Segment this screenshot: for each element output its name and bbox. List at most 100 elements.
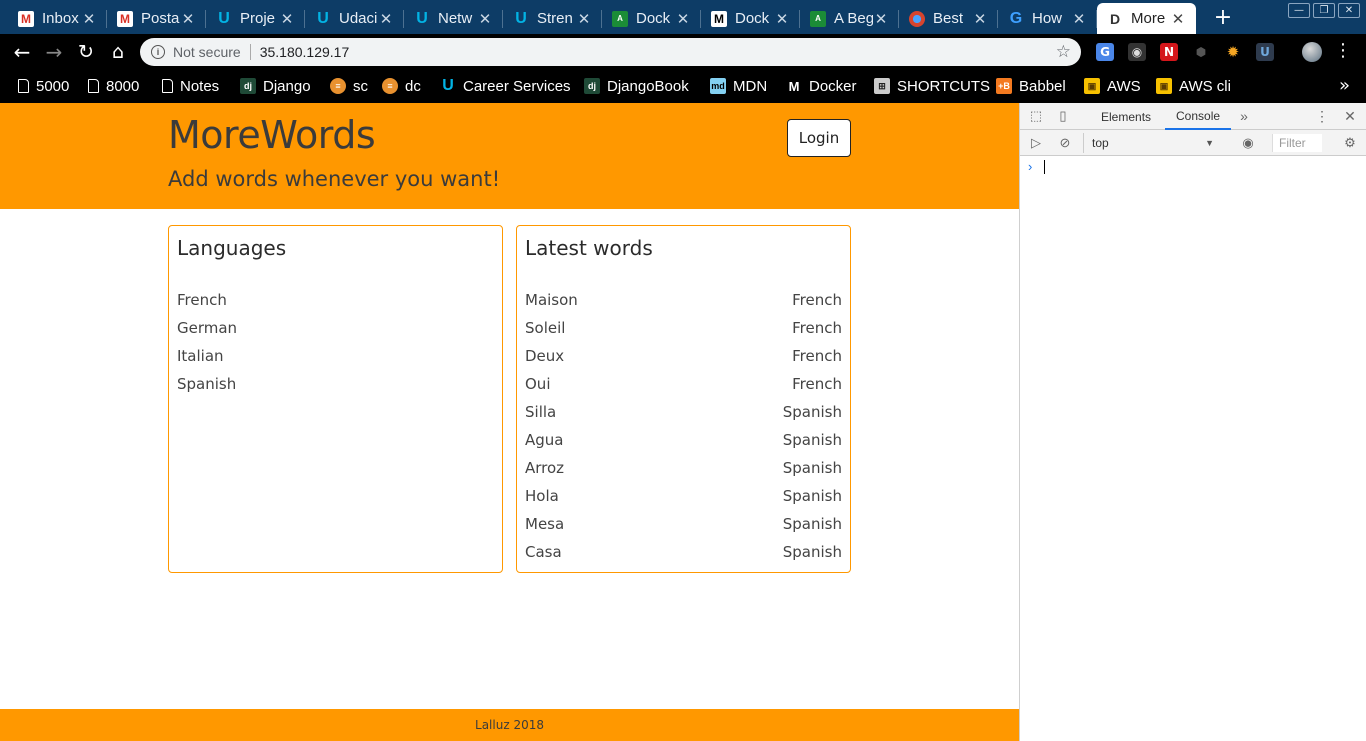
profile-avatar[interactable]	[1302, 42, 1322, 62]
close-tab-icon[interactable]: ✕	[1071, 10, 1087, 28]
android-extension-icon[interactable]: ⬢	[1192, 43, 1210, 61]
browser-tab[interactable]: U Udaci ✕	[305, 3, 404, 34]
tab-console[interactable]: Console	[1165, 103, 1232, 130]
bookmark-item[interactable]: ⊞ SHORTCUTS	[874, 75, 990, 97]
word-text[interactable]: Oui	[525, 375, 550, 393]
close-tab-icon[interactable]: ✕	[279, 10, 295, 28]
udacity-icon: U	[317, 9, 329, 27]
bookmark-item[interactable]: md MDN	[710, 75, 767, 97]
browser-tab[interactable]: Best ✕	[899, 3, 998, 34]
language-name[interactable]: German	[177, 319, 237, 337]
language-name[interactable]: Italian	[177, 347, 224, 365]
close-tab-icon[interactable]: ✕	[774, 10, 790, 28]
reload-icon[interactable]: ↻	[73, 39, 99, 65]
word-text[interactable]: Casa	[525, 543, 562, 561]
word-text[interactable]: Silla	[525, 403, 556, 421]
bookmark-item[interactable]: M Docker	[786, 75, 857, 97]
bookmark-item[interactable]: ▣ AWS	[1084, 75, 1141, 97]
close-tab-icon[interactable]: ✕	[873, 10, 889, 28]
language-name[interactable]: French	[177, 291, 227, 309]
restore-icon[interactable]: ❐	[1313, 3, 1335, 18]
clear-console-icon[interactable]: ⊘	[1057, 135, 1073, 151]
bookmark-item[interactable]: U Career Services	[440, 75, 570, 97]
close-tab-icon[interactable]: ✕	[675, 10, 691, 28]
language-name[interactable]: Spanish	[177, 375, 236, 393]
word-text[interactable]: Arroz	[525, 459, 564, 477]
bookmark-star-icon[interactable]: ☆	[1056, 42, 1071, 62]
bookmark-item[interactable]: 5000	[18, 75, 69, 97]
gear-extension-icon[interactable]: ✹	[1224, 43, 1242, 61]
console-settings-gear-icon[interactable]: ⚙	[1342, 135, 1358, 151]
sidebar-toggle-icon[interactable]: ▷	[1028, 135, 1044, 151]
new-tab-button[interactable]: +	[1209, 5, 1237, 30]
bookmark-item[interactable]: Notes	[162, 75, 219, 97]
devtools-close-icon[interactable]: ✕	[1342, 108, 1358, 124]
close-tab-icon[interactable]: ✕	[477, 10, 493, 28]
bookmark-item[interactable]: +B Babbel	[996, 75, 1066, 97]
eye-icon[interactable]: ◉	[1240, 135, 1256, 151]
console-filter-input[interactable]: Filter	[1272, 134, 1322, 152]
browser-tab[interactable]: D More ✕	[1097, 3, 1196, 34]
word-language: French	[792, 347, 842, 365]
bookmark-item[interactable]: dj DjangoBook	[584, 75, 689, 97]
browser-tab[interactable]: M Posta ✕	[107, 3, 206, 34]
word-text[interactable]: Maison	[525, 291, 578, 309]
inspect-element-icon[interactable]: ⬚	[1028, 108, 1044, 124]
language-item[interactable]: French	[177, 286, 494, 314]
home-icon[interactable]: ⌂	[105, 39, 131, 65]
devtools-menu-icon[interactable]: ⋮	[1314, 108, 1330, 124]
word-text[interactable]: Agua	[525, 431, 563, 449]
browser-tab[interactable]: G How ✕	[998, 3, 1097, 34]
tab-elements[interactable]: Elements	[1092, 103, 1160, 130]
info-icon[interactable]: i	[151, 45, 165, 59]
bookmark-item[interactable]: ≡ sc	[330, 75, 368, 97]
menu-kebab-icon[interactable]: ⋮	[1334, 40, 1352, 61]
site-title[interactable]: MoreWords	[168, 113, 376, 157]
grid-icon: ⊞	[874, 78, 890, 94]
url-text[interactable]: 35.180.129.17	[260, 44, 350, 60]
forward-arrow-icon[interactable]: →	[41, 39, 67, 65]
page-viewport: MoreWords Add words whenever you want! L…	[0, 103, 1019, 741]
close-tab-icon[interactable]: ✕	[972, 10, 988, 28]
bookmark-label: Notes	[180, 77, 220, 95]
bookmark-item[interactable]: ▣ AWS cli	[1156, 75, 1231, 97]
browser-tab[interactable]: A A Beg ✕	[800, 3, 899, 34]
device-toolbar-icon[interactable]: ▯	[1055, 108, 1071, 124]
translate-extension-icon[interactable]: G	[1096, 43, 1114, 61]
word-text[interactable]: Soleil	[525, 319, 565, 337]
n-extension-icon[interactable]: N	[1160, 43, 1178, 61]
close-tab-icon[interactable]: ✕	[81, 10, 97, 28]
language-item[interactable]: German	[177, 314, 494, 342]
minimize-icon[interactable]: —	[1288, 3, 1310, 18]
close-window-icon[interactable]: ✕	[1338, 3, 1360, 18]
bookmark-item[interactable]: dj Django	[240, 75, 311, 97]
browser-tab[interactable]: A Dock ✕	[602, 3, 701, 34]
more-tabs-icon[interactable]: »	[1236, 108, 1252, 124]
language-item[interactable]: Spanish	[177, 370, 494, 398]
address-bar[interactable]: i Not secure 35.180.129.17 ☆	[140, 38, 1081, 66]
close-tab-icon[interactable]: ✕	[1170, 10, 1186, 28]
browser-tab[interactable]: U Proje ✕	[206, 3, 305, 34]
bookmarks-overflow-icon[interactable]: »	[1339, 75, 1350, 96]
close-tab-icon[interactable]: ✕	[180, 10, 196, 28]
word-text[interactable]: Mesa	[525, 515, 564, 533]
location-extension-icon[interactable]: ◉	[1128, 43, 1146, 61]
security-label[interactable]: Not secure	[173, 44, 241, 60]
close-tab-icon[interactable]: ✕	[576, 10, 592, 28]
console-input[interactable]	[1044, 160, 1045, 174]
bookmark-item[interactable]: ≡ dc	[382, 75, 421, 97]
tab-title: Posta	[141, 10, 180, 27]
browser-tab[interactable]: M Dock ✕	[701, 3, 800, 34]
login-button[interactable]: Login	[787, 119, 851, 157]
close-tab-icon[interactable]: ✕	[378, 10, 394, 28]
language-item[interactable]: Italian	[177, 342, 494, 370]
back-arrow-icon[interactable]: ←	[9, 39, 35, 65]
udacity-extension-icon[interactable]: U	[1256, 43, 1274, 61]
word-text[interactable]: Deux	[525, 347, 564, 365]
browser-tab[interactable]: M Inbox ✕	[8, 3, 107, 34]
context-selector[interactable]: top ▼	[1083, 133, 1219, 153]
browser-tab[interactable]: U Netw ✕	[404, 3, 503, 34]
browser-tab[interactable]: U Stren ✕	[503, 3, 602, 34]
word-text[interactable]: Hola	[525, 487, 559, 505]
bookmark-item[interactable]: 8000	[88, 75, 139, 97]
